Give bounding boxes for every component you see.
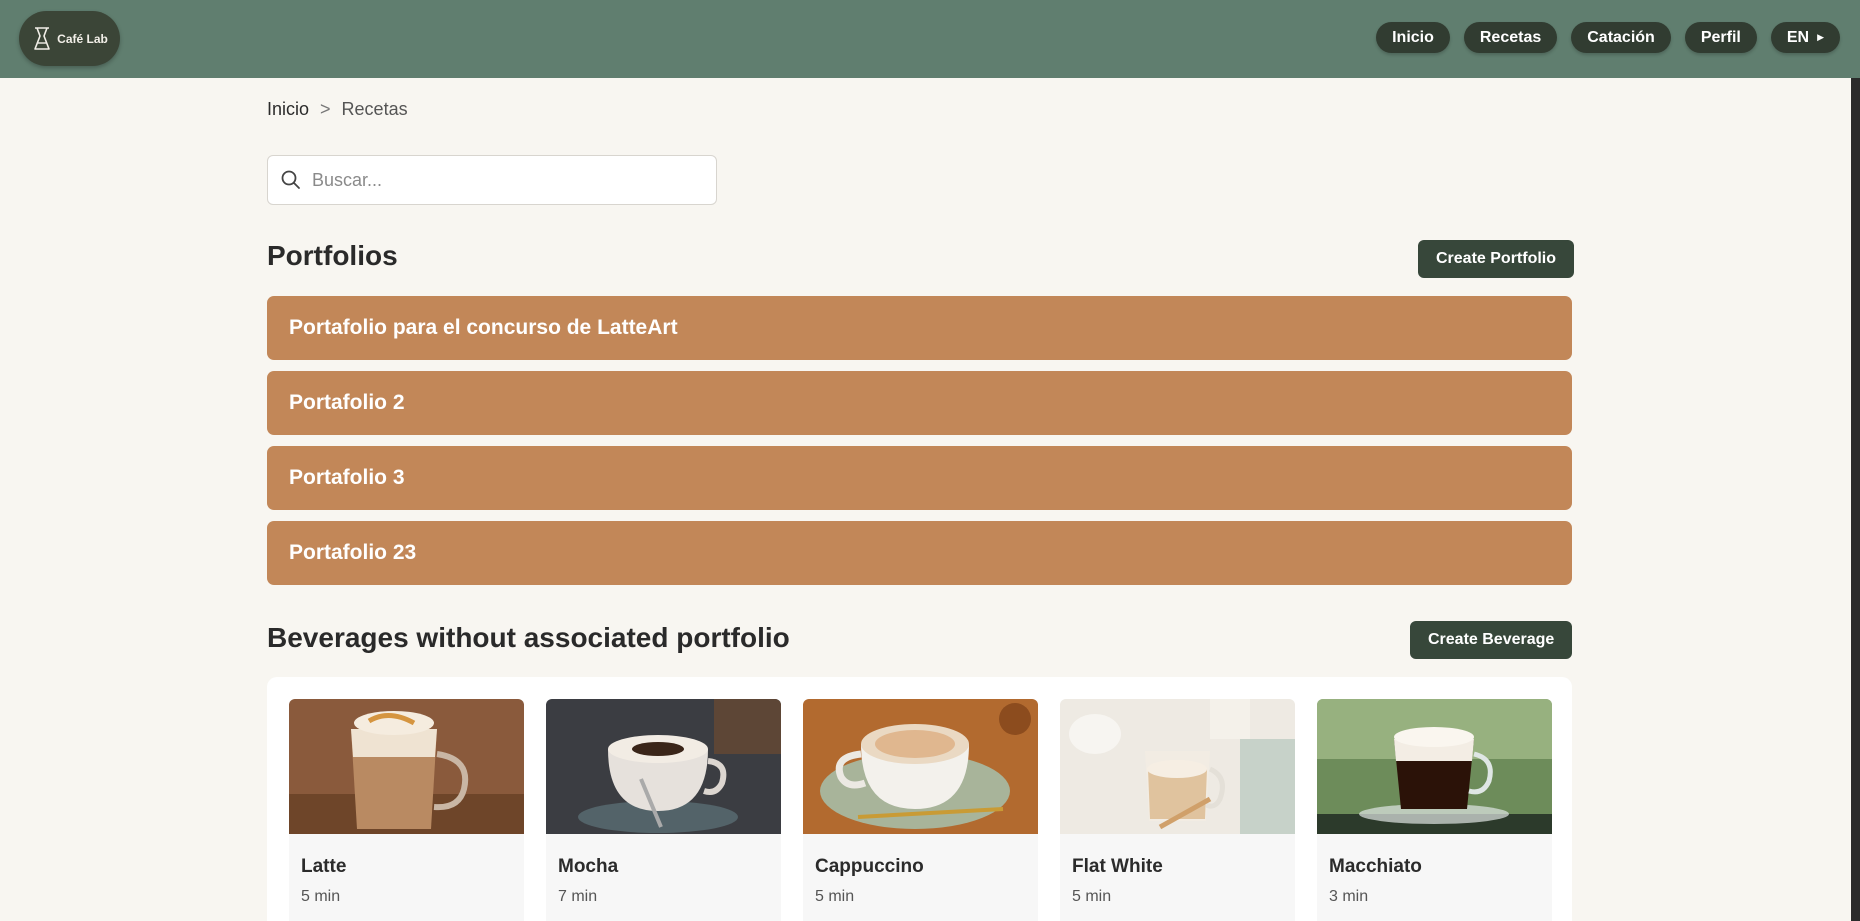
beverage-name: Latte bbox=[301, 856, 347, 877]
portfolio-item[interactable]: Portafolio 3 bbox=[267, 446, 1572, 510]
search-input[interactable] bbox=[312, 169, 692, 191]
coffee-maker-icon bbox=[34, 26, 50, 50]
beverage-time: 3 min bbox=[1329, 888, 1369, 905]
mocha-image bbox=[546, 699, 781, 834]
beverage-card-mocha[interactable]: Mocha 7 min bbox=[546, 699, 781, 921]
brand-name: Café Lab bbox=[57, 31, 108, 46]
macchiato-image bbox=[1317, 699, 1552, 834]
create-beverage-button[interactable]: Create Beverage bbox=[1410, 621, 1573, 659]
cappuccino-image bbox=[803, 699, 1038, 834]
portfolios-title: Portfolios bbox=[267, 240, 398, 271]
create-portfolio-button[interactable]: Create Portfolio bbox=[1418, 240, 1575, 278]
beverages-title: Beverages without associated portfolio bbox=[267, 622, 790, 653]
beverage-time: 7 min bbox=[558, 888, 598, 905]
breadcrumb: Inicio > Recetas bbox=[267, 99, 408, 120]
nav-inicio-button[interactable]: Inicio bbox=[1376, 22, 1450, 53]
scrollbar-thumb[interactable] bbox=[1844, 78, 1860, 921]
portfolio-item[interactable]: Portafolio para el concurso de LatteArt bbox=[267, 296, 1572, 360]
beverage-time: 5 min bbox=[815, 888, 855, 905]
portfolio-list: Portafolio para el concurso de LatteArt … bbox=[267, 296, 1572, 596]
beverage-card-latte[interactable]: Latte 5 min bbox=[289, 699, 524, 921]
nav-perfil-button[interactable]: Perfil bbox=[1684, 22, 1757, 53]
breadcrumb-separator: > bbox=[320, 99, 331, 119]
beverage-panel: Latte 5 min Mocha 7 min Cappuccino 5 min… bbox=[267, 677, 1572, 921]
nav-catacion-button[interactable]: Catación bbox=[1571, 22, 1671, 53]
beverage-name: Flat White bbox=[1072, 856, 1163, 877]
beverage-cards: Latte 5 min Mocha 7 min Cappuccino 5 min… bbox=[289, 699, 1552, 921]
flat-white-image bbox=[1060, 699, 1295, 834]
brand-logo[interactable]: Café Lab bbox=[19, 11, 120, 66]
beverage-card-flat-white[interactable]: Flat White 5 min bbox=[1060, 699, 1295, 921]
language-selector[interactable]: EN ▶ bbox=[1770, 22, 1840, 53]
beverage-card-macchiato[interactable]: Macchiato 3 min bbox=[1317, 699, 1552, 921]
portfolio-item[interactable]: Portafolio 23 bbox=[267, 521, 1572, 585]
breadcrumb-current: Recetas bbox=[341, 99, 408, 119]
search-icon bbox=[281, 170, 300, 189]
beverage-time: 5 min bbox=[301, 888, 341, 905]
portfolio-item[interactable]: Portafolio 2 bbox=[267, 371, 1572, 435]
beverage-name: Cappuccino bbox=[815, 856, 924, 877]
beverage-name: Mocha bbox=[558, 856, 619, 877]
language-label: EN bbox=[1786, 28, 1810, 46]
beverage-name: Macchiato bbox=[1329, 856, 1422, 877]
breadcrumb-home-link[interactable]: Inicio bbox=[267, 99, 309, 120]
caret-right-icon: ▶ bbox=[1817, 32, 1824, 42]
search-box bbox=[267, 155, 717, 205]
beverage-card-cappuccino[interactable]: Cappuccino 5 min bbox=[803, 699, 1038, 921]
beverage-time: 5 min bbox=[1072, 888, 1112, 905]
nav-recetas-button[interactable]: Recetas bbox=[1463, 22, 1558, 53]
main-nav: Inicio Recetas Catación Perfil EN ▶ bbox=[1376, 22, 1840, 53]
top-navigation-bar: Café Lab Inicio Recetas Catación Perfil … bbox=[0, 0, 1860, 78]
latte-image bbox=[289, 699, 524, 834]
